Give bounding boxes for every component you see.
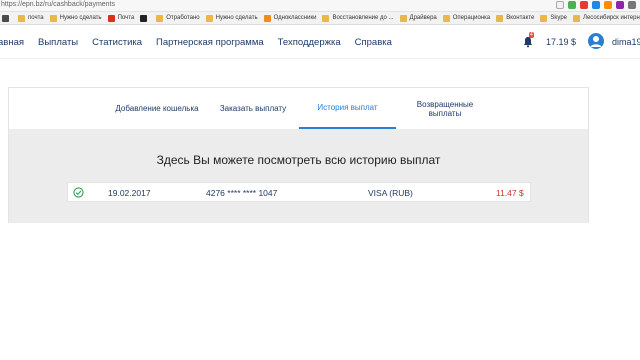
bookmark-label: Нужно сделать — [215, 15, 258, 21]
panel-title: Здесь Вы можете посмотреть всю историю в… — [156, 153, 441, 167]
username[interactable]: dima19 — [612, 37, 640, 47]
bookmark-label: почта — [28, 15, 44, 21]
folder-icon — [2, 14, 9, 22]
bookmark-star-icon[interactable] — [556, 1, 564, 9]
bookmark-item[interactable]: почта — [18, 14, 44, 22]
bookmark-label: Одноклассники — [273, 15, 317, 21]
url-text[interactable]: https://epn.bz/ru/cashback/payments — [1, 1, 115, 8]
nav-item-home[interactable]: авная — [0, 37, 24, 48]
menu-icon[interactable] — [628, 1, 636, 9]
payment-amount: 11.47 $ — [496, 188, 524, 198]
tabs-bar: Добавление кошелька Заказать выплату Ист… — [9, 88, 588, 129]
folder-icon — [107, 14, 115, 22]
payment-method: VISA (RUB) — [368, 188, 413, 198]
tab-returned-payouts[interactable]: Возвращенные выплаты — [405, 88, 485, 129]
folder-icon — [49, 14, 57, 22]
bookmark-item[interactable]: Skype — [540, 14, 567, 22]
bookmark-label: Восстановление до ... — [332, 15, 394, 21]
main-nav: авная Выплаты Статистика Партнерская про… — [0, 25, 406, 59]
folder-icon — [496, 14, 504, 22]
extension-icon[interactable] — [616, 1, 624, 9]
user-icon — [590, 36, 602, 47]
bookmark-item[interactable]: Операционка — [442, 14, 491, 22]
bookmark-label: Вконтакте — [506, 15, 535, 21]
folder-icon — [540, 14, 548, 22]
balance-amount: 17.19 $ — [546, 37, 577, 47]
bookmark-label: Отработано — [166, 15, 200, 21]
history-panel: Здесь Вы можете посмотреть всю историю в… — [9, 129, 588, 223]
browser-address-bar[interactable]: https://epn.bz/ru/cashback/payments — [0, 0, 640, 12]
bookmark-item[interactable]: Нужно сделать — [205, 14, 258, 22]
nav-item-partner-program[interactable]: Партнерская программа — [156, 37, 264, 48]
nav-item-support[interactable]: Техподдержка — [278, 37, 341, 48]
bookmark-item[interactable]: Одноклассники — [263, 14, 317, 22]
bookmark-item[interactable]: Нужно сделать — [49, 14, 102, 22]
table-row: 19.02.2017 4276 **** **** 1047 VISA (RUB… — [67, 182, 531, 202]
nav-item-payouts[interactable]: Выплаты — [38, 37, 78, 48]
folder-icon — [18, 14, 25, 22]
bookmark-item[interactable] — [140, 14, 150, 22]
bookmark-item[interactable]: Восстановление до ... — [322, 14, 394, 22]
folder-icon — [156, 14, 164, 22]
folder-icon — [263, 14, 271, 22]
extension-icon[interactable] — [592, 1, 600, 9]
tab-label: Возвращенные выплаты — [416, 99, 474, 118]
notifications-button[interactable]: 4 — [522, 32, 534, 48]
bookmark-item[interactable]: Отработано — [156, 14, 200, 22]
bookmarks-bar: почта Нужно сделать Почта Отработано Нужно с… — [0, 12, 640, 25]
extension-icon[interactable] — [580, 1, 588, 9]
bookmark-item[interactable] — [2, 14, 12, 22]
tab-label: Добавление кошелька — [115, 104, 199, 113]
tab-label: Заказать выплату — [219, 104, 287, 113]
nav-item-statistics[interactable]: Статистика — [92, 37, 142, 48]
bookmark-item[interactable]: Лесосибирск интерн... — [573, 14, 640, 22]
nav-item-help[interactable]: Справка — [355, 37, 392, 48]
bookmark-label: Операционка — [452, 15, 491, 21]
bookmark-label: Skype — [550, 15, 567, 21]
bookmark-label: Почта — [117, 15, 135, 21]
bookmark-item[interactable]: Почта — [107, 14, 135, 22]
folder-icon — [399, 14, 407, 22]
avatar[interactable] — [588, 33, 604, 49]
tab-add-wallet[interactable]: Добавление кошелька — [105, 88, 209, 129]
bookmark-label: Драйвера — [409, 15, 437, 21]
tab-label: История выплат — [317, 103, 378, 112]
extension-icon[interactable] — [604, 1, 612, 9]
payment-date: 19.02.2017 — [108, 188, 151, 198]
extension-icons — [556, 1, 636, 9]
extension-icon[interactable] — [568, 1, 576, 9]
payment-card-number: 4276 **** **** 1047 — [206, 188, 278, 198]
folder-icon — [322, 14, 330, 22]
bookmark-label: Нужно сделать — [59, 15, 102, 21]
payments-card: Добавление кошелька Заказать выплату Ист… — [8, 87, 589, 223]
check-circle-icon — [73, 187, 84, 198]
folder-icon — [442, 14, 450, 22]
bookmark-item[interactable]: Драйвера — [399, 14, 437, 22]
notification-badge: 4 — [529, 32, 534, 38]
folder-icon — [205, 14, 213, 22]
folder-icon — [573, 14, 580, 22]
tab-payout-history[interactable]: История выплат — [299, 88, 396, 129]
folder-icon — [140, 14, 148, 22]
tab-order-payout[interactable]: Заказать выплату — [209, 88, 297, 129]
bookmark-label: Лесосибирск интерн... — [583, 15, 640, 21]
site-header: авная Выплаты Статистика Партнерская про… — [0, 25, 640, 59]
bookmark-item[interactable]: Вконтакте — [496, 14, 535, 22]
